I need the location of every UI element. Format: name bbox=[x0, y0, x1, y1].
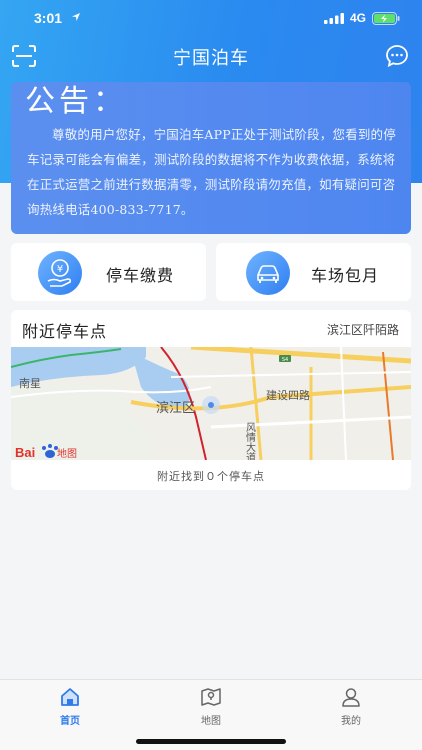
route-label: S4 bbox=[282, 357, 288, 363]
car-icon bbox=[246, 251, 290, 295]
tab-map-label: 地图 bbox=[201, 716, 221, 727]
announcement-text: 尊敬的用户您好，宁国泊车APP正处于测试阶段，您看到的停车记录可能会有偏差，测试… bbox=[27, 127, 396, 217]
home-icon bbox=[61, 688, 79, 706]
nearby-parking-card: 附近停车点 滨江区阡陌路 S4 滨江区 建设四路 风情大道 南星 Bai 地图 … bbox=[11, 310, 411, 490]
user-icon bbox=[342, 688, 360, 707]
parking-payment-label: 停车缴费 bbox=[106, 266, 175, 285]
map-place-label: 南星 bbox=[19, 377, 41, 390]
baidu-logo-suffix: 地图 bbox=[57, 447, 77, 460]
parking-payment-button[interactable]: ¥ 停车缴费 bbox=[11, 243, 206, 301]
announcement-title: 公告： bbox=[25, 85, 127, 118]
battery-charging-icon bbox=[372, 12, 400, 25]
page-title: 宁国泊车 bbox=[173, 48, 249, 69]
tab-home-label: 首页 bbox=[60, 716, 80, 727]
map-road-label: 建设四路 bbox=[266, 388, 310, 402]
status-bar: 3:01 4G bbox=[0, 0, 422, 36]
status-time: 3:01 bbox=[34, 10, 63, 26]
network-type: 4G bbox=[350, 11, 367, 25]
message-bubble-icon[interactable] bbox=[385, 44, 409, 68]
announcement-card: 公告： 尊敬的用户您好，宁国泊车APP正处于测试阶段，您看到的停车记录可能会有偏… bbox=[11, 82, 411, 234]
navigation-bar: 宁国泊车 bbox=[0, 36, 422, 76]
location-arrow-icon bbox=[72, 13, 80, 21]
nearby-parking-title: 附近停车点 bbox=[22, 322, 108, 341]
cellular-signal-icon bbox=[324, 13, 344, 24]
map-icon bbox=[201, 688, 221, 706]
map-road-label: 风情大道 bbox=[244, 422, 256, 460]
tab-profile[interactable]: 我的 bbox=[321, 686, 381, 727]
nearby-count-text: 附近找到０个停车点 bbox=[157, 470, 265, 483]
home-indicator[interactable] bbox=[136, 739, 286, 744]
monthly-pass-button[interactable]: 车场包月 bbox=[216, 243, 411, 301]
map-area-label: 滨江区 bbox=[156, 400, 195, 416]
baidu-logo-text: Bai bbox=[15, 445, 35, 460]
tab-home[interactable]: 首页 bbox=[40, 686, 100, 727]
tab-profile-label: 我的 bbox=[341, 716, 361, 727]
current-location[interactable]: 滨江区阡陌路 bbox=[327, 321, 399, 338]
monthly-pass-label: 车场包月 bbox=[311, 266, 380, 285]
tab-map[interactable]: 地图 bbox=[181, 686, 241, 727]
svg-text:¥: ¥ bbox=[57, 264, 63, 275]
parking-map[interactable]: S4 滨江区 建设四路 风情大道 南星 Bai 地图 bbox=[11, 347, 411, 460]
payment-icon: ¥ bbox=[38, 251, 82, 295]
